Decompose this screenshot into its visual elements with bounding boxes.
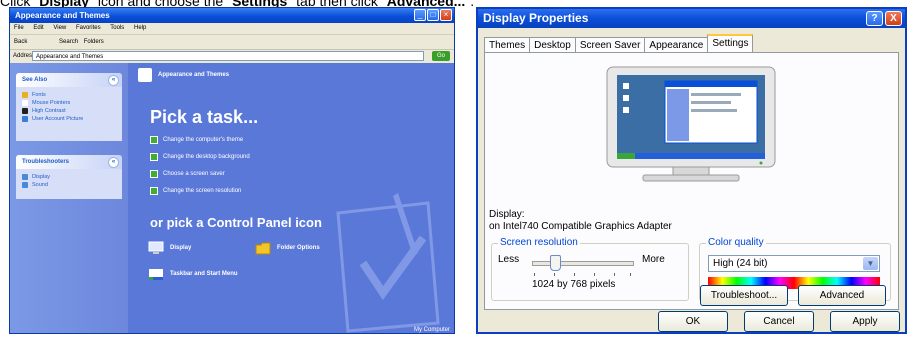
taskbar-icon — [148, 267, 164, 281]
task-change-theme[interactable]: Change the computer's theme — [150, 136, 243, 144]
toolbar: Back Search Folders — [10, 35, 454, 50]
chevron-down-icon[interactable]: ▼ — [863, 257, 878, 270]
minimize-button[interactable]: _ — [414, 9, 426, 21]
troubleshooters-pane: Troubleshooters « Display Sound — [16, 155, 122, 199]
task-screen-saver[interactable]: Choose a screen saver — [150, 170, 225, 178]
menu-favorites[interactable]: Favorites — [76, 25, 101, 31]
tab-settings[interactable]: Settings — [707, 34, 754, 54]
tab-desktop[interactable]: Desktop — [529, 37, 576, 53]
folder-options-icon-link[interactable]: Folder Options — [255, 241, 320, 255]
sidebar-item-high-contrast[interactable]: High Contrast — [16, 107, 122, 115]
arrow-icon — [150, 153, 158, 161]
dialog-title: Display Properties — [483, 11, 589, 25]
apply-button[interactable]: Apply — [830, 311, 900, 332]
display-adapter-value: on Intel740 Compatible Graphics Adapter — [489, 221, 672, 232]
tab-appearance[interactable]: Appearance — [644, 37, 709, 53]
ok-button[interactable]: OK — [658, 311, 728, 332]
pick-task-heading: Pick a task... — [150, 107, 259, 127]
sidebar-item-display[interactable]: Display — [16, 173, 122, 181]
cancel-button[interactable]: Cancel — [744, 311, 814, 332]
advanced-button[interactable]: Advanced — [798, 285, 886, 306]
window-titlebar: Appearance and Themes _ □ × — [10, 8, 454, 23]
arrow-icon — [150, 170, 158, 178]
see-also-pane: See Also « Fonts Mouse Pointers High Con… — [16, 73, 122, 141]
task-sidebar: See Also « Fonts Mouse Pointers High Con… — [10, 63, 128, 333]
menu-help[interactable]: Help — [134, 25, 146, 31]
resolution-slider[interactable] — [532, 254, 634, 276]
troubleshooters-title: Troubleshooters — [22, 159, 70, 165]
menu-bar: File Edit View Favorites Tools Help — [10, 23, 454, 35]
fonts-icon — [22, 92, 28, 98]
task-change-background[interactable]: Change the desktop background — [150, 153, 250, 161]
display-label: Display: — [489, 209, 525, 220]
window-title: Appearance and Themes — [15, 11, 110, 20]
arrow-icon — [150, 136, 158, 144]
settings-panel: Display: on Intel740 Compatible Graphics… — [484, 52, 899, 310]
appearance-themes-window: Appearance and Themes _ □ × File Edit Vi… — [9, 7, 455, 334]
menu-view[interactable]: View — [53, 25, 66, 31]
slider-less-label: Less — [498, 254, 520, 265]
collapse-icon[interactable]: « — [108, 75, 119, 86]
pick-icon-heading: or pick a Control Panel icon — [150, 215, 322, 230]
color-quality-select[interactable]: High (24 bit) ▼ — [708, 255, 880, 272]
slider-thumb[interactable] — [550, 255, 561, 271]
display-icon — [148, 241, 164, 255]
go-button[interactable]: Go — [432, 51, 450, 61]
back-button[interactable]: Back — [14, 39, 27, 45]
troubleshoot-button[interactable]: Troubleshoot... — [700, 285, 788, 306]
slider-more-label: More — [642, 254, 665, 265]
tab-screen-saver[interactable]: Screen Saver — [574, 37, 646, 53]
themes-watermark-icon — [336, 193, 440, 333]
display-properties-dialog: Display Properties ? X Themes Desktop Sc… — [476, 7, 907, 334]
monitor-preview-icon — [606, 66, 776, 182]
color-quality-value: High (24 bit) — [713, 258, 768, 269]
search-button[interactable]: Search — [59, 39, 78, 45]
help-icon — [22, 174, 28, 180]
category-view: Appearance and Themes Pick a task... Cha… — [128, 63, 454, 333]
status-location: My Computer — [413, 327, 450, 333]
see-also-header[interactable]: See Also « — [16, 73, 122, 87]
collapse-icon[interactable]: « — [108, 157, 119, 168]
display-icon-link[interactable]: Display — [148, 241, 191, 255]
see-also-title: See Also — [22, 77, 48, 83]
appearance-themes-icon — [138, 68, 152, 82]
sidebar-item-fonts[interactable]: Fonts — [16, 91, 122, 99]
category-header: Appearance and Themes — [128, 63, 454, 87]
help-icon — [22, 182, 28, 188]
maximize-button[interactable]: □ — [427, 9, 439, 21]
screen-resolution-title: Screen resolution — [498, 237, 580, 248]
address-bar: Address Appearance and Themes Go — [10, 50, 454, 63]
troubleshooters-header[interactable]: Troubleshooters « — [16, 155, 122, 169]
screen-resolution-group: Screen resolution Less More 1024 by 768 … — [491, 237, 689, 301]
resolution-value: 1024 by 768 pixels — [532, 279, 616, 290]
caption-text: ". — [465, 0, 475, 8]
close-button[interactable]: X — [885, 11, 902, 26]
tab-themes[interactable]: Themes — [484, 37, 531, 53]
tab-strip: Themes Desktop Screen Saver Appearance S… — [484, 34, 754, 54]
close-button[interactable]: × — [440, 9, 452, 21]
help-button[interactable]: ? — [866, 11, 883, 26]
folders-button[interactable]: Folders — [84, 39, 104, 45]
menu-tools[interactable]: Tools — [110, 25, 124, 31]
category-title: Appearance and Themes — [158, 72, 230, 78]
high-contrast-icon — [22, 108, 28, 114]
arrow-icon — [150, 187, 158, 195]
menu-edit[interactable]: Edit — [33, 25, 43, 31]
dialog-titlebar: Display Properties ? X — [478, 9, 905, 28]
address-input[interactable]: Appearance and Themes — [32, 51, 424, 61]
sidebar-item-sound[interactable]: Sound — [16, 181, 122, 189]
mouse-pointer-icon — [22, 100, 28, 106]
sidebar-item-mouse-pointers[interactable]: Mouse Pointers — [16, 99, 122, 107]
task-screen-resolution[interactable]: Change the screen resolution — [150, 187, 241, 195]
taskbar-start-menu-icon-link[interactable]: Taskbar and Start Menu — [148, 267, 238, 281]
color-quality-title: Color quality — [706, 237, 766, 248]
folder-icon — [255, 241, 271, 255]
user-picture-icon — [22, 116, 28, 122]
menu-file[interactable]: File — [14, 25, 24, 31]
sidebar-item-user-account-picture[interactable]: User Account Picture — [16, 115, 122, 123]
